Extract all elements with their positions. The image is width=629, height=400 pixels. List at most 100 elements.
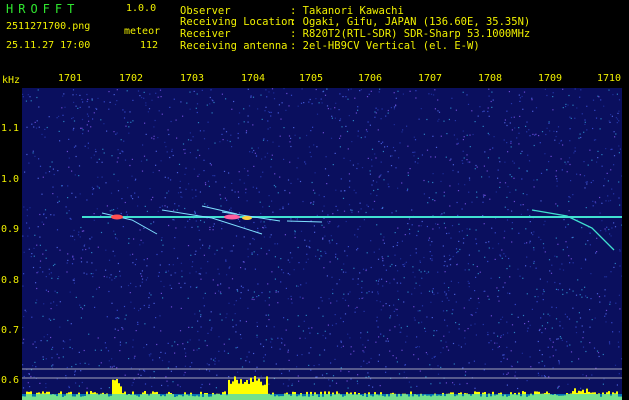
noise-speck — [116, 309, 118, 311]
noise-speck — [153, 371, 155, 373]
noise-speck — [449, 185, 451, 187]
noise-speck — [334, 107, 336, 109]
noise-speck — [406, 190, 408, 192]
noise-speck — [476, 196, 478, 198]
noise-speck — [195, 195, 197, 197]
noise-speck — [185, 167, 187, 169]
noise-speck — [64, 106, 66, 108]
noise-speck — [537, 296, 539, 298]
noise-speck — [73, 279, 75, 281]
noise-speck — [256, 336, 258, 338]
noise-speck — [378, 91, 380, 93]
noise-speck — [595, 252, 597, 254]
noise-speck — [582, 374, 584, 376]
noise-speck — [185, 355, 187, 357]
noise-speck — [599, 301, 601, 303]
noise-speck — [466, 94, 468, 96]
noise-speck — [482, 111, 484, 113]
noise-speck — [359, 225, 361, 228]
noise-speck — [509, 191, 511, 193]
noise-speck — [450, 237, 452, 239]
noise-speck — [131, 384, 133, 386]
noise-speck — [382, 260, 384, 262]
noise-speck — [276, 243, 279, 245]
noise-speck — [434, 200, 436, 202]
noise-speck — [74, 239, 76, 241]
noise-speck — [335, 382, 338, 384]
noise-speck — [442, 173, 444, 175]
noise-speck — [452, 169, 454, 172]
noise-speck — [474, 168, 476, 170]
noise-speck — [432, 173, 434, 175]
noise-speck — [282, 383, 285, 385]
noise-speck — [565, 105, 567, 108]
noise-speck — [604, 228, 606, 230]
noise-speck — [92, 296, 94, 298]
noise-speck — [172, 264, 174, 266]
noise-speck — [443, 335, 445, 337]
noise-speck — [72, 89, 75, 91]
noise-speck — [443, 265, 445, 267]
hline-group — [22, 368, 622, 379]
noise-speck — [218, 336, 220, 338]
noise-speck — [177, 257, 179, 259]
noise-speck — [78, 385, 80, 387]
noise-speck — [297, 178, 299, 180]
noise-speck — [153, 221, 155, 223]
noise-speck — [605, 309, 608, 311]
noise-speck — [243, 182, 245, 184]
noise-speck — [445, 156, 447, 158]
noise-speck — [22, 96, 24, 98]
noise-speck — [111, 358, 113, 360]
noise-speck — [228, 267, 230, 269]
noise-speck — [497, 177, 499, 179]
noise-speck — [275, 291, 277, 293]
noise-speck — [231, 146, 233, 148]
noise-speck — [614, 136, 616, 138]
noise-speck — [44, 136, 46, 138]
noise-speck — [511, 176, 513, 178]
noise-speck — [618, 346, 620, 348]
noise-speck — [240, 285, 242, 287]
noise-speck — [23, 273, 25, 275]
noise-speck — [84, 244, 86, 246]
noise-speck — [520, 152, 522, 155]
noise-speck — [135, 286, 137, 288]
noise-speck — [124, 201, 126, 204]
noise-speck — [592, 205, 594, 207]
noise-speck — [248, 361, 251, 363]
noise-speck — [432, 228, 434, 230]
noise-speck — [604, 178, 606, 180]
noise-speck — [371, 291, 373, 293]
noise-speck — [247, 248, 249, 250]
noise-speck — [540, 317, 542, 319]
noise-speck — [271, 338, 273, 340]
noise-speck — [32, 266, 35, 269]
noise-speck — [541, 325, 543, 327]
noise-speck — [343, 293, 345, 295]
noise-speck — [522, 277, 524, 279]
noise-speck — [466, 382, 468, 385]
noise-speck — [71, 192, 73, 194]
noise-speck — [348, 173, 350, 175]
noise-speck — [187, 297, 189, 299]
noise-speck — [452, 382, 454, 384]
noise-speck — [165, 271, 167, 273]
noise-speck — [197, 330, 199, 333]
noise-speck — [395, 265, 397, 267]
noise-speck — [252, 96, 255, 98]
noise-speck — [45, 383, 47, 385]
noise-speck — [310, 156, 312, 158]
noise-speck — [175, 119, 177, 121]
noise-speck — [98, 187, 100, 189]
noise-speck — [124, 318, 126, 320]
noise-speck — [514, 375, 516, 377]
noise-speck — [184, 148, 186, 151]
noise-speck — [512, 160, 514, 162]
noise-speck — [265, 89, 267, 91]
noise-speck — [533, 262, 535, 264]
noise-speck — [414, 139, 417, 141]
noise-speck — [475, 311, 477, 314]
noise-speck — [354, 311, 356, 313]
noise-speck — [129, 254, 131, 256]
